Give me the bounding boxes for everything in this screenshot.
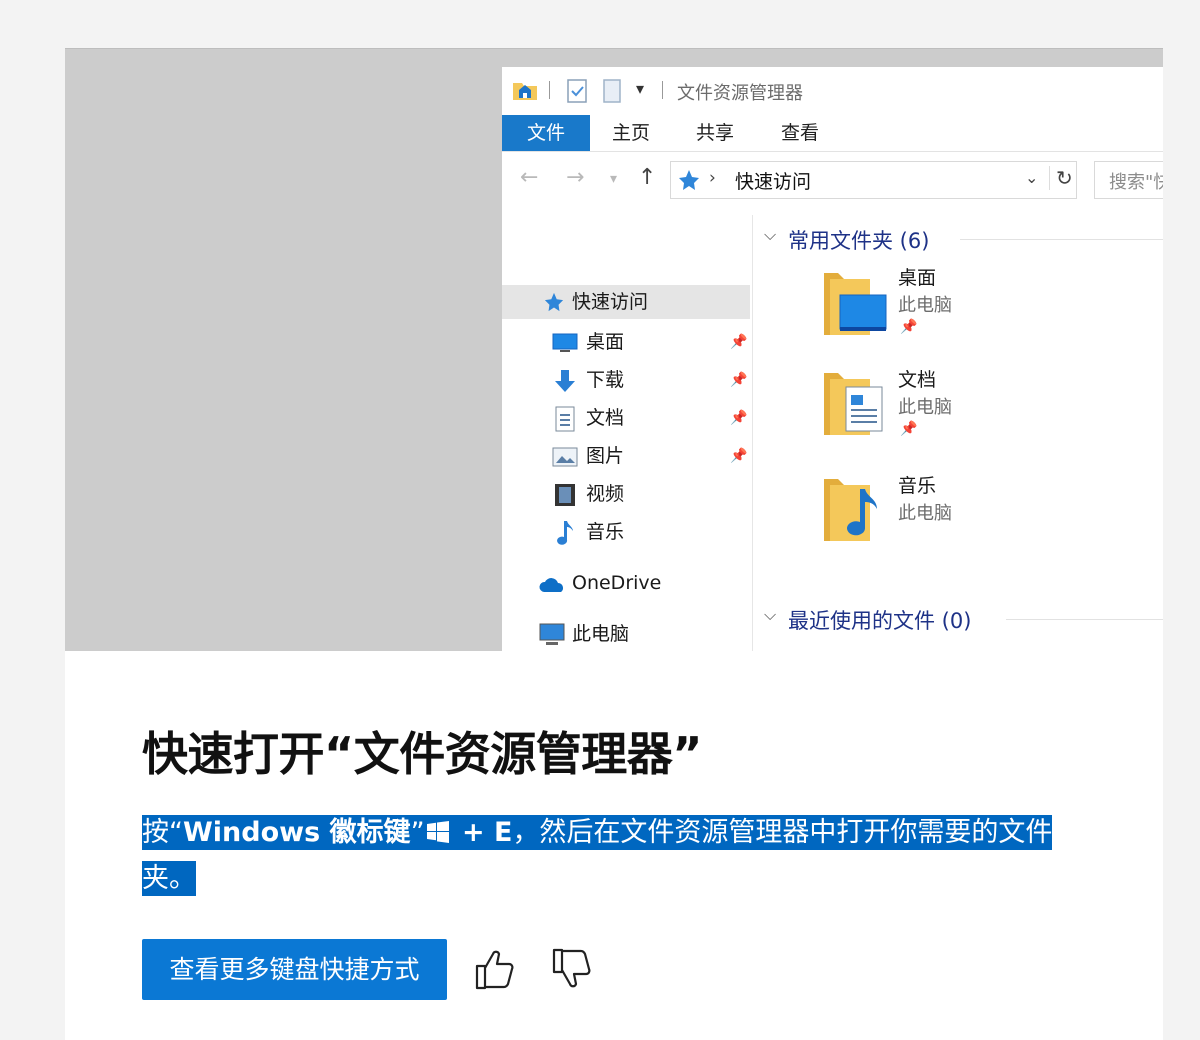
properties-icon[interactable] (566, 79, 588, 103)
title-bar: ▾ 文件资源管理器 (502, 67, 1163, 115)
explorer-screenshot: ▾ 文件资源管理器 文件 主页 共享 查看 ← → ▾ ↑ › 快速访问 ⌄ ↻… (65, 48, 1163, 651)
qat-dropdown-icon[interactable]: ▾ (636, 79, 644, 98)
folder-item-documents[interactable]: 文档 此电脑 📌 (814, 365, 1064, 455)
document-icon (555, 406, 575, 432)
search-placeholder: 搜索"快 (1109, 172, 1163, 193)
nav-label: 文档 (586, 407, 625, 429)
tab-view[interactable]: 查看 (781, 115, 819, 151)
folder-item-music[interactable]: 音乐 此电脑 (814, 471, 1064, 561)
back-arrow-icon[interactable]: ← (520, 165, 538, 190)
nav-label: 音乐 (586, 521, 625, 543)
file-explorer-window: ▾ 文件资源管理器 文件 主页 共享 查看 ← → ▾ ↑ › 快速访问 ⌄ ↻… (502, 67, 1163, 651)
navigation-pane: 快速访问 桌面 📌 下载 📌 文档 📌 图片 📌 视频 音乐 OneDrive … (502, 215, 753, 651)
nav-item-documents[interactable]: 文档 📌 (502, 401, 750, 435)
folder-home-icon[interactable] (512, 79, 538, 101)
nav-item-onedrive[interactable]: OneDrive (502, 566, 750, 600)
video-icon (555, 484, 575, 506)
folder-location: 此电脑 (898, 503, 952, 524)
windows-logo-icon (426, 821, 449, 843)
pin-icon: 📌 (900, 319, 918, 335)
group-collapse-icon[interactable]: ⌵ (764, 225, 776, 245)
tab-file[interactable]: 文件 (502, 115, 590, 151)
folder-name: 音乐 (898, 475, 937, 497)
address-text: 快速访问 (735, 171, 812, 193)
nav-item-pictures[interactable]: 图片 📌 (502, 439, 750, 473)
desktop-icon (552, 333, 578, 352)
music-icon (557, 521, 573, 545)
nav-label: 快速访问 (572, 291, 649, 313)
title-separator (662, 81, 663, 99)
documents-folder-icon (824, 373, 883, 435)
thumbs-up-icon[interactable] (473, 944, 519, 994)
more-shortcuts-button[interactable]: 查看更多键盘快捷方式 (142, 939, 447, 1000)
shortcut-description: 按“Windows 徽标键” + E，然后在文件资源管理器中打开你需要的文件夹。 (142, 810, 1082, 902)
music-folder-icon (824, 479, 877, 541)
group-header-recent[interactable]: 最近使用的文件 (0) (788, 605, 971, 635)
nav-label: 视频 (586, 483, 625, 505)
pin-icon[interactable]: 📌 (730, 439, 747, 473)
desc-prefix: 按“ (142, 817, 183, 848)
folder-name: 桌面 (898, 267, 937, 289)
group-divider (960, 239, 1163, 240)
ribbon: 文件 主页 共享 查看 (502, 115, 1163, 152)
forward-arrow-icon[interactable]: → (566, 165, 584, 190)
address-dropdown-icon[interactable]: ⌄ (1025, 168, 1038, 187)
selected-text-highlight: 按“Windows 徽标键” + E，然后在文件资源管理器中打开你需要的文件夹。 (142, 815, 1053, 896)
quick-access-pin-icon (679, 170, 699, 190)
up-arrow-icon[interactable]: ↑ (638, 165, 656, 190)
address-bar[interactable]: › 快速访问 ⌄ ↻ (670, 161, 1077, 199)
nav-label: 图片 (586, 445, 625, 467)
nav-item-music[interactable]: 音乐 (502, 515, 750, 549)
breadcrumb-chevron-icon: › (709, 168, 716, 188)
window-title: 文件资源管理器 (677, 83, 803, 104)
nav-item-desktop[interactable]: 桌面 📌 (502, 325, 750, 359)
refresh-icon[interactable]: ↻ (1049, 166, 1073, 190)
search-input[interactable]: 搜索"快 (1094, 161, 1163, 199)
pin-icon: 📌 (900, 421, 918, 437)
folder-location: 此电脑 (898, 295, 952, 316)
desc-quote-close: ” (410, 817, 425, 848)
thumbs-down-icon[interactable] (550, 944, 596, 994)
download-icon (555, 370, 575, 392)
desktop-folder-icon (824, 273, 887, 335)
group-collapse-icon[interactable]: ⌵ (764, 605, 776, 625)
nav-label: 下载 (586, 369, 625, 391)
qat-separator (549, 81, 550, 99)
pin-icon[interactable]: 📌 (730, 363, 747, 397)
tab-share[interactable]: 共享 (696, 115, 734, 151)
desc-key-name: Windows 徽标键 (183, 817, 411, 848)
content-pane: ⌵ 常用文件夹 (6) 桌面 此电脑 📌 文档 此电脑 📌 音乐 此电脑 ⌵ 最… (754, 215, 1163, 651)
pc-icon (539, 623, 565, 645)
pin-icon[interactable]: 📌 (730, 325, 747, 359)
desc-plus-e: + E (452, 817, 513, 848)
nav-label: OneDrive (572, 572, 662, 594)
folder-location: 此电脑 (898, 397, 952, 418)
quick-access-pin-icon (544, 292, 564, 312)
nav-label: 桌面 (586, 331, 625, 353)
page-title: 快速打开“文件资源管理器” (142, 727, 702, 781)
tab-home[interactable]: 主页 (612, 115, 650, 151)
picture-icon (552, 447, 578, 467)
folder-name: 文档 (898, 369, 937, 391)
nav-label: 此电脑 (572, 623, 630, 645)
group-header-frequent[interactable]: 常用文件夹 (6) (788, 225, 929, 255)
nav-item-quick-access[interactable]: 快速访问 (502, 285, 750, 319)
nav-item-downloads[interactable]: 下载 📌 (502, 363, 750, 397)
folder-item-desktop[interactable]: 桌面 此电脑 📌 (814, 263, 1064, 353)
pin-icon[interactable]: 📌 (730, 401, 747, 435)
recent-locations-icon[interactable]: ▾ (610, 171, 617, 187)
new-folder-icon[interactable] (602, 79, 622, 103)
onedrive-icon (539, 578, 563, 592)
group-divider (1006, 619, 1163, 620)
address-row: ← → ▾ ↑ › 快速访问 ⌄ ↻ 搜索"快 (502, 151, 1163, 207)
nav-item-this-pc[interactable]: 此电脑 (502, 617, 750, 651)
nav-item-videos[interactable]: 视频 (502, 477, 750, 511)
